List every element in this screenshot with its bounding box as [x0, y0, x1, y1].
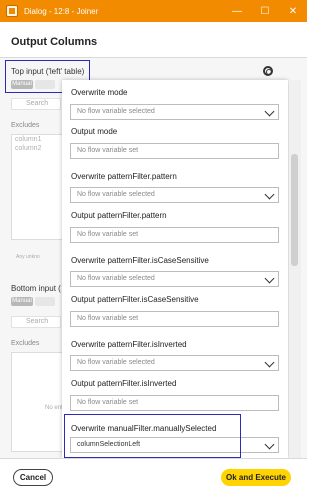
- output-pattern-label: Output patternFilter.pattern: [71, 211, 167, 220]
- popup-scrollbar[interactable]: [289, 80, 301, 458]
- search-placeholder: Search: [26, 100, 49, 107]
- overwrite-pattern-label: Overwrite patternFilter.pattern: [71, 172, 177, 181]
- pattern-mode-button[interactable]: [35, 80, 55, 89]
- chevron-down-icon: [264, 439, 275, 450]
- chevron-down-icon: [264, 189, 275, 200]
- excludes-label-2: Excludes: [11, 340, 40, 347]
- overwrite-mode-dropdown[interactable]: No flow variable selected: [70, 104, 279, 120]
- overwrite-inverted-dropdown[interactable]: No flow variable selected: [70, 355, 279, 371]
- overwrite-pattern-dropdown[interactable]: No flow variable selected: [70, 187, 279, 203]
- scrollbar-thumb[interactable]: [291, 154, 298, 266]
- overwrite-case-value: No flow variable selected: [77, 275, 155, 282]
- output-pattern-field[interactable]: No flow variable set: [70, 227, 279, 243]
- excludes-list-2[interactable]: No ent: [11, 352, 66, 452]
- overwrite-inverted-value: No flow variable selected: [77, 359, 155, 366]
- overwrite-mode-label: Overwrite mode: [71, 88, 128, 97]
- maximize-button[interactable]: ☐: [251, 0, 279, 22]
- output-case-value: No flow variable set: [77, 315, 139, 322]
- list-item[interactable]: column2: [12, 144, 65, 153]
- page-title: Output Columns: [11, 36, 98, 48]
- excludes-label: Excludes: [11, 122, 40, 129]
- output-inverted-value: No flow variable set: [77, 399, 139, 406]
- title-bar: Dialog - 12:8 - Joiner — ☐ ✕: [0, 0, 307, 22]
- overwrite-pattern-value: No flow variable selected: [77, 191, 155, 198]
- overwrite-case-label: Overwrite patternFilter.isCaseSensitive: [71, 256, 209, 265]
- search-input[interactable]: Search: [11, 98, 61, 110]
- output-inverted-field[interactable]: No flow variable set: [70, 395, 279, 411]
- output-case-label: Output patternFilter.isCaseSensitive: [71, 295, 199, 304]
- excludes-list[interactable]: column1 column2: [11, 134, 66, 240]
- cancel-button[interactable]: Cancel: [13, 469, 53, 486]
- dialog-footer: Cancel Ok and Execute: [0, 458, 307, 500]
- output-case-field[interactable]: No flow variable set: [70, 311, 279, 327]
- overwrite-mode-value: No flow variable selected: [77, 108, 155, 115]
- overwrite-case-dropdown[interactable]: No flow variable selected: [70, 271, 279, 287]
- manual-mode-button-2[interactable]: Manual: [11, 297, 33, 306]
- app-icon: [6, 5, 18, 17]
- close-button[interactable]: ✕: [279, 0, 307, 22]
- no-entries-label: No ent: [45, 405, 63, 411]
- dialog-header: Output Columns: [0, 22, 307, 58]
- flow-variables-popup: Overwrite mode No flow variable selected…: [62, 80, 288, 458]
- manual-selection-highlight: [64, 414, 241, 458]
- minimize-button[interactable]: —: [223, 0, 251, 22]
- manual-mode-button[interactable]: Manual: [11, 80, 33, 89]
- bottom-input-label: Bottom input (: [11, 284, 61, 293]
- output-mode-value: No flow variable set: [77, 147, 139, 154]
- search-input-2[interactable]: Search: [11, 316, 61, 328]
- window-controls: — ☐ ✕: [223, 0, 307, 22]
- chevron-down-icon: [264, 273, 275, 284]
- list-item[interactable]: column1: [12, 135, 65, 144]
- chevron-down-icon: [264, 106, 275, 117]
- flow-variable-icon[interactable]: [263, 66, 273, 76]
- pattern-mode-button-2[interactable]: [35, 297, 55, 306]
- output-pattern-value: No flow variable set: [77, 231, 139, 238]
- ok-and-execute-button[interactable]: Ok and Execute: [221, 469, 291, 486]
- output-mode-field[interactable]: No flow variable set: [70, 143, 279, 159]
- output-inverted-label: Output patternFilter.isInverted: [71, 379, 177, 388]
- chevron-down-icon: [264, 357, 275, 368]
- any-unknown-label: Any unkno: [16, 254, 40, 260]
- overwrite-inverted-label: Overwrite patternFilter.isInverted: [71, 340, 187, 349]
- search-placeholder-2: Search: [26, 318, 49, 325]
- window-title: Dialog - 12:8 - Joiner: [24, 6, 99, 16]
- output-mode-label: Output mode: [71, 127, 118, 136]
